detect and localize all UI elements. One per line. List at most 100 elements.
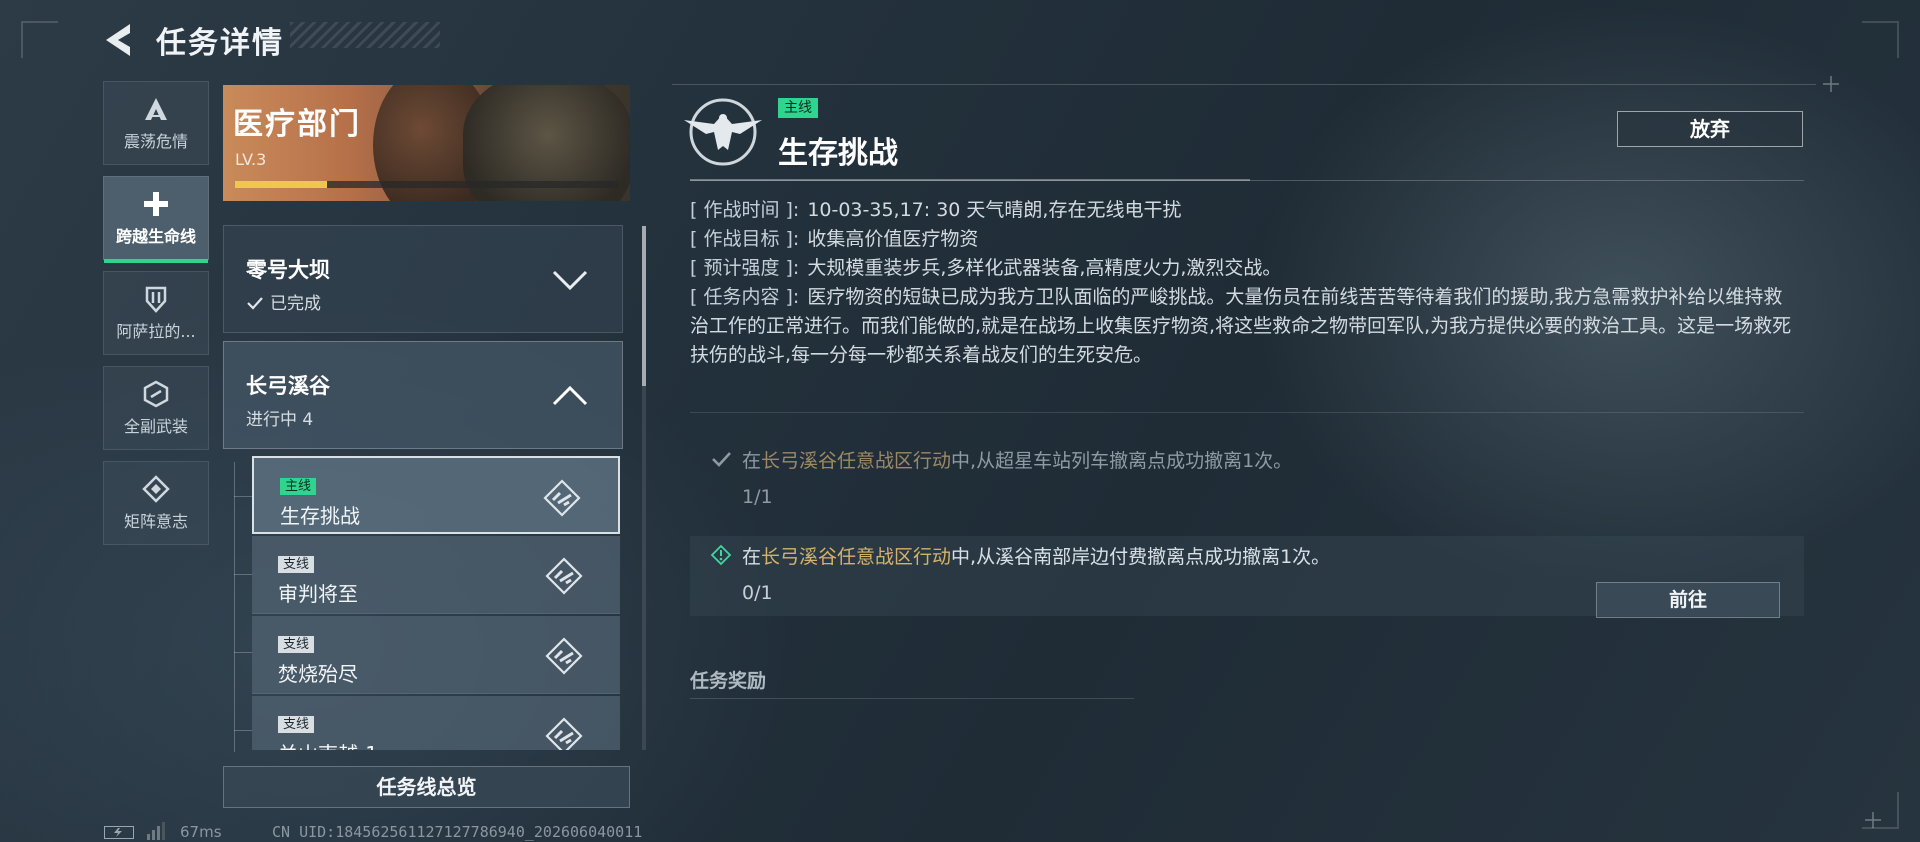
subquest-tag: 支线: [278, 716, 315, 733]
medical-cross-icon: [144, 192, 168, 216]
quest-diamond-icon: [545, 717, 583, 750]
subquest-item[interactable]: 支线 焚烧殆尽: [252, 616, 620, 694]
objective-text: 在长弓溪谷任意战区行动中,从超星车站列车撤离点成功撤离1次。: [742, 446, 1292, 473]
info-value: 医疗物资的短缺已成为我方卫队面临的严峻挑战。大量伤员在前线苦苦等待着我们的援助,…: [690, 286, 1792, 366]
questline-overview-button[interactable]: 任务线总览: [223, 766, 630, 808]
ping-readout: 67ms: [180, 823, 222, 841]
tree-connector: [234, 462, 235, 752]
title-divider-highlight: [690, 179, 1250, 181]
info-label: [ 预计强度 ]:: [690, 257, 800, 279]
info-row-content: [ 任务内容 ]: 医疗物资的短缺已成为我方卫队面临的严峻挑战。大量伤员在前线苦苦…: [690, 283, 1800, 370]
page-title: 任务详情: [156, 26, 284, 61]
subquest-item[interactable]: 支线 关山南越-1: [252, 696, 620, 750]
reward-divider: [690, 698, 1134, 699]
triangle-a-icon: [145, 98, 167, 120]
info-value: 大规模重装步兵,多样化武器装备,高精度火力,激烈交战。: [807, 257, 1282, 279]
category-tab-matrix[interactable]: 矩阵意志: [103, 461, 209, 545]
user-uid: CN UID:184562561127127786940_20260604001…: [272, 823, 643, 841]
tree-connector: [234, 574, 252, 575]
quest-info: [ 作战时间 ]: 10-03-35,17: 30 天气晴朗,存在无线电干扰 [ …: [690, 196, 1800, 370]
objective-progress: 1/1: [742, 486, 773, 508]
questline-status-text: 已完成: [270, 294, 321, 314]
check-icon: [247, 297, 263, 310]
alert-diamond-icon: [710, 544, 732, 566]
eagle-emblem-icon: [684, 98, 762, 166]
quest-diamond-icon: [543, 479, 581, 517]
category-label: 跨越生命线: [115, 227, 196, 246]
quest-title: 生存挑战: [778, 136, 898, 171]
info-value: 10-03-35,17: 30 天气晴朗,存在无线电干扰: [807, 199, 1182, 221]
subquest-name: 关山南越-1: [278, 738, 378, 750]
department-progress-bar: [235, 181, 618, 188]
chevron-up-icon[interactable]: [550, 376, 590, 416]
category-label: 阿萨拉的...: [116, 322, 196, 341]
reward-section-title: 任务奖励: [690, 670, 767, 692]
info-row-goal: [ 作战目标 ]: 收集高价值医疗物资: [690, 225, 1800, 254]
category-label: 全副武装: [123, 417, 188, 436]
objective-progress: 0/1: [742, 582, 773, 604]
objective-location: 长弓溪谷任意战区行动: [761, 450, 952, 472]
questline-title: 长弓溪谷: [246, 374, 330, 398]
questline-item[interactable]: 长弓溪谷 进行中 4: [223, 341, 623, 449]
objective-prefix: 在: [742, 546, 762, 568]
quest-type-badge: 主线: [778, 98, 818, 118]
shield-icon: [145, 286, 167, 313]
objective-suffix: 中,从超星车站列车撤离点成功撤离1次。: [951, 450, 1293, 472]
subquest-name: 生存挑战: [280, 504, 360, 528]
department-progress-fill: [235, 181, 327, 188]
check-icon: [712, 452, 731, 467]
department-banner[interactable]: 医疗部门 LV.3: [223, 85, 630, 201]
category-tab-lifeline[interactable]: 跨越生命线: [103, 176, 209, 263]
category-tab-asara[interactable]: 阿萨拉的...: [103, 271, 209, 355]
subquest-item[interactable]: 主线 生存挑战: [252, 456, 620, 534]
category-label: 震荡危情: [123, 132, 188, 151]
go-button[interactable]: 前往: [1596, 582, 1780, 618]
info-label: [ 任务内容 ]:: [690, 286, 800, 308]
subquest-name: 审判将至: [278, 582, 358, 606]
subquest-item[interactable]: 支线 审判将至: [252, 536, 620, 614]
category-tab-shock-crisis[interactable]: 震荡危情: [103, 81, 209, 165]
info-label: [ 作战目标 ]:: [690, 228, 800, 250]
hud-plus: [1865, 812, 1881, 828]
hud-plus: [1823, 76, 1839, 92]
quest-diamond-icon: [545, 557, 583, 595]
header-decoration: [290, 22, 440, 48]
questline-scrollbar-thumb[interactable]: [642, 226, 646, 386]
tree-connector: [234, 652, 252, 653]
objective-prefix: 在: [742, 450, 762, 472]
info-row-time: [ 作战时间 ]: 10-03-35,17: 30 天气晴朗,存在无线电干扰: [690, 196, 1800, 225]
hud-corner: [1862, 21, 1899, 58]
header-divider: [672, 84, 1816, 85]
subquest-tag: 支线: [278, 556, 315, 573]
back-arrow-icon[interactable]: [100, 20, 140, 60]
category-tab-armed[interactable]: 全副武装: [103, 366, 209, 450]
subquest-name: 焚烧殆尽: [278, 662, 358, 686]
questline-item[interactable]: 零号大坝 已完成: [223, 225, 623, 333]
department-name: 医疗部门: [233, 107, 361, 142]
tree-connector: [234, 496, 252, 497]
abandon-button[interactable]: 放弃: [1617, 111, 1803, 147]
questline-status: 已完成: [246, 289, 321, 314]
chevron-down-icon[interactable]: [550, 260, 590, 300]
diamond-arrows-icon: [142, 475, 170, 503]
subquest-tag: 支线: [278, 636, 315, 653]
hex-bolt-icon: [143, 380, 169, 408]
quest-diamond-icon: [545, 637, 583, 675]
questline-status: 进行中 4: [246, 410, 314, 430]
objective-item: 在长弓溪谷任意战区行动中,从超星车站列车撤离点成功撤离1次。 1/1: [690, 440, 1804, 520]
objective-text: 在长弓溪谷任意战区行动中,从溪谷南部岸边付费撤离点成功撤离1次。: [742, 542, 1330, 569]
subquest-tag: 主线: [280, 478, 317, 495]
tree-connector: [234, 730, 252, 731]
questline-title: 零号大坝: [246, 258, 330, 282]
info-value: 收集高价值医疗物资: [807, 228, 979, 250]
info-label: [ 作战时间 ]:: [690, 199, 800, 221]
subquest-list[interactable]: 主线 生存挑战 支线 审判将至 支线 焚烧殆尽 支线 关山南越-1: [252, 456, 622, 750]
info-row-intensity: [ 预计强度 ]: 大规模重装步兵,多样化武器装备,高精度火力,激烈交战。: [690, 254, 1800, 283]
signal-icon: [147, 822, 165, 840]
section-divider: [690, 412, 1804, 413]
battery-icon: [104, 826, 134, 839]
objective-location: 长弓溪谷任意战区行动: [761, 546, 952, 568]
department-level: LV.3: [235, 150, 267, 169]
objective-suffix: 中,从溪谷南部岸边付费撤离点成功撤离1次。: [951, 546, 1331, 568]
category-label: 矩阵意志: [123, 512, 188, 531]
